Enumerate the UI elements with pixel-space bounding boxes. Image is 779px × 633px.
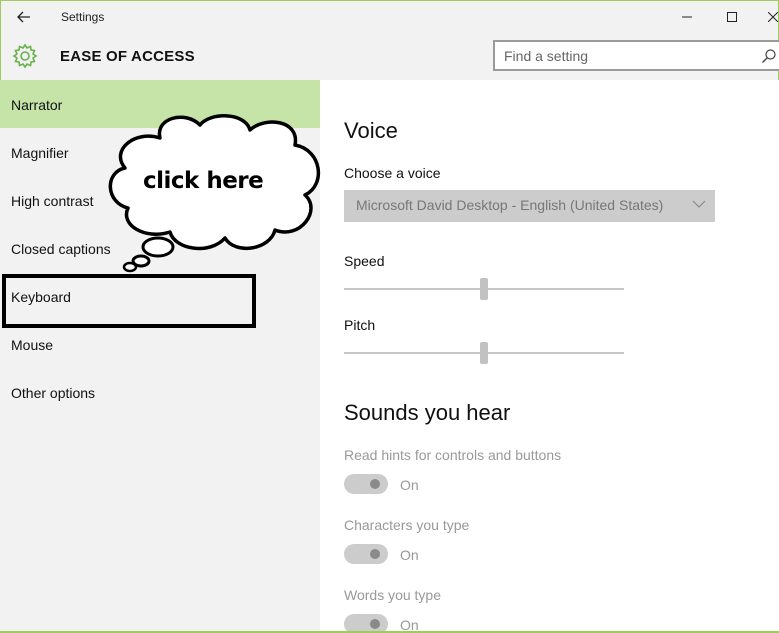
choose-voice-label: Choose a voice <box>344 165 441 181</box>
sidebar-item-label: Mouse <box>11 337 54 353</box>
speed-slider-thumb[interactable] <box>480 278 488 300</box>
sidebar-item-label: Other options <box>11 385 96 401</box>
sidebar-item-label: Closed captions <box>11 241 111 257</box>
sidebar-item-label: Magnifier <box>11 145 69 161</box>
sidebar-item-label: Keyboard <box>11 289 71 305</box>
content-pane: Voice Choose a voice Microsoft David Des… <box>320 80 779 633</box>
page-header: EASE OF ACCESS <box>0 32 779 80</box>
title-bar: Settings <box>0 0 779 32</box>
callout-text: click here <box>143 168 264 194</box>
voice-dropdown[interactable]: Microsoft David Desktop - English (Unite… <box>344 190 715 222</box>
gear-icon <box>12 43 38 69</box>
toggle-knob <box>370 549 380 559</box>
minimize-button[interactable] <box>667 4 707 30</box>
sidebar-item-label: Narrator <box>11 97 63 113</box>
read-hints-label: Read hints for controls and buttons <box>344 447 562 463</box>
toggle-knob <box>370 619 380 629</box>
close-button[interactable] <box>753 4 779 30</box>
sidebar-item-label: High contrast <box>11 193 94 209</box>
toggle-knob <box>370 479 380 489</box>
sidebar-item-mouse[interactable]: Mouse <box>0 320 320 368</box>
search-box[interactable] <box>493 40 779 71</box>
sounds-heading: Sounds you hear <box>344 400 511 425</box>
sidebar-item-other-options[interactable]: Other options <box>0 368 320 416</box>
maximize-icon <box>727 12 737 22</box>
search-input[interactable] <box>504 46 744 66</box>
section-title: EASE OF ACCESS <box>60 48 195 65</box>
voice-dropdown-value: Microsoft David Desktop - English (Unite… <box>356 197 664 213</box>
pitch-label: Pitch <box>344 317 376 333</box>
read-hints-toggle[interactable] <box>344 474 388 494</box>
pitch-slider-thumb[interactable] <box>480 342 488 364</box>
app-title: Settings <box>61 10 105 24</box>
arrow-left-icon <box>17 11 30 23</box>
speed-label: Speed <box>344 253 385 269</box>
read-hints-state: On <box>400 477 419 493</box>
sidebar-item-keyboard[interactable]: Keyboard <box>0 272 320 320</box>
maximize-button[interactable] <box>712 4 752 30</box>
pitch-slider[interactable] <box>344 342 624 366</box>
back-button[interactable] <box>13 6 35 28</box>
words-label: Words you type <box>344 587 442 603</box>
minimize-icon <box>682 16 692 18</box>
speed-slider[interactable] <box>344 278 624 302</box>
characters-toggle[interactable] <box>344 544 388 564</box>
voice-heading: Voice <box>344 118 398 143</box>
close-icon <box>768 12 778 22</box>
search-icon[interactable] <box>761 48 777 64</box>
characters-label: Characters you type <box>344 517 470 533</box>
chevron-down-icon <box>692 200 706 208</box>
characters-state: On <box>400 547 419 563</box>
